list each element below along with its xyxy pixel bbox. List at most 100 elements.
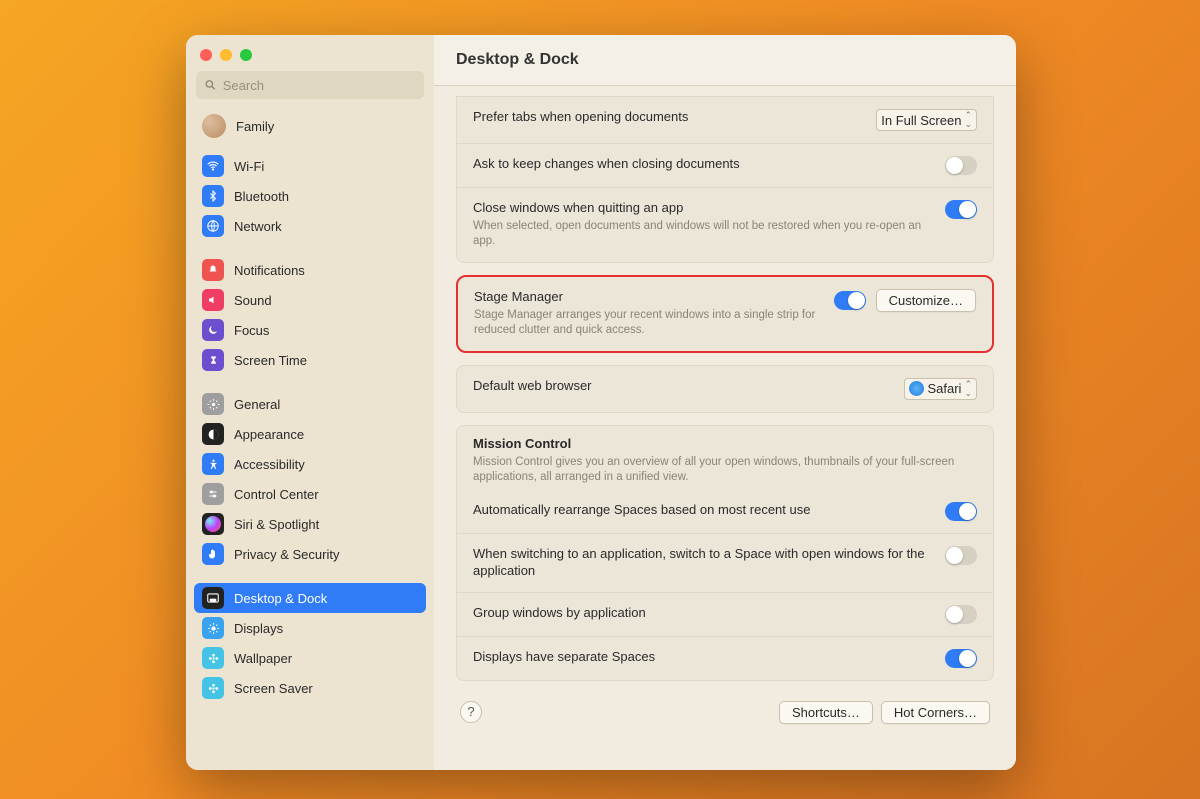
hourglass-icon — [202, 349, 224, 371]
sidebar-item-desktop-dock[interactable]: Desktop & Dock — [194, 583, 426, 613]
sidebar-item-sound[interactable]: Sound — [194, 285, 426, 315]
desc-mission-control: Mission Control gives you an overview of… — [473, 455, 977, 486]
sidebar-item-wallpaper[interactable]: Wallpaper — [194, 643, 426, 673]
bluetooth-icon — [202, 185, 224, 207]
row-prefer-tabs: Prefer tabs when opening documents In Fu… — [457, 97, 993, 144]
button-hot-corners[interactable]: Hot Corners… — [881, 701, 990, 724]
sidebar-item-privacy-security[interactable]: Privacy & Security — [194, 539, 426, 569]
sidebar-item-family[interactable]: Family — [194, 111, 426, 141]
sidebar-item-bluetooth[interactable]: Bluetooth — [194, 181, 426, 211]
page-title: Desktop & Dock — [456, 51, 994, 69]
row-displays-separate-spaces: Displays have separate Spaces — [457, 637, 993, 680]
settings-panel: Prefer tabs when opening documents In Fu… — [434, 86, 1016, 770]
label-mission-control: Mission Control — [473, 436, 977, 453]
toggle-stage-manager[interactable] — [834, 291, 866, 310]
family-avatar-icon — [202, 114, 226, 138]
sidebar-item-network[interactable]: Network — [194, 211, 426, 241]
moon-icon — [202, 319, 224, 341]
zoom-window-button[interactable] — [240, 49, 252, 61]
toggle-displays-separate-spaces[interactable] — [945, 649, 977, 668]
row-close-windows: Close windows when quitting an app When … — [457, 188, 993, 262]
globe-icon — [202, 215, 224, 237]
appearance-icon — [202, 423, 224, 445]
sidebar-item-label: Wallpaper — [234, 651, 292, 666]
siri-icon — [202, 513, 224, 535]
sidebar-item-label: Notifications — [234, 263, 305, 278]
label-auto-rearrange-spaces: Automatically rearrange Spaces based on … — [473, 502, 931, 519]
sidebar-item-label: Displays — [234, 621, 283, 636]
sidebar-item-label: Accessibility — [234, 457, 305, 472]
toggle-close-windows[interactable] — [945, 200, 977, 219]
sidebar-item-siri-spotlight[interactable]: Siri & Spotlight — [194, 509, 426, 539]
desc-close-windows: When selected, open documents and window… — [473, 219, 931, 250]
accessibility-icon — [202, 453, 224, 475]
window-controls — [186, 45, 434, 71]
label-displays-separate-spaces: Displays have separate Spaces — [473, 649, 931, 666]
desc-stage-manager: Stage Manager arranges your recent windo… — [474, 308, 820, 339]
sidebar-item-label: Screen Saver — [234, 681, 313, 696]
footer-buttons: ? Shortcuts… Hot Corners… — [456, 693, 994, 724]
sidebar-item-control-center[interactable]: Control Center — [194, 479, 426, 509]
sidebar-item-displays[interactable]: Displays — [194, 613, 426, 643]
search-icon — [204, 78, 217, 92]
titlebar: Desktop & Dock — [434, 35, 1016, 86]
toggle-group-windows[interactable] — [945, 605, 977, 624]
row-auto-rearrange-spaces: Automatically rearrange Spaces based on … — [457, 490, 993, 534]
toggle-auto-rearrange-spaces[interactable] — [945, 502, 977, 521]
row-ask-keep-changes: Ask to keep changes when closing documen… — [457, 144, 993, 188]
close-window-button[interactable] — [200, 49, 212, 61]
system-settings-window: Family Wi-Fi Bluetooth Network Notifications… — [186, 35, 1016, 770]
sidebar-item-label: Network — [234, 219, 282, 234]
dropdown-chevron-icon: ⌃⌄ — [964, 380, 972, 398]
sidebar-item-appearance[interactable]: Appearance — [194, 419, 426, 449]
sidebar-item-label: Family — [236, 119, 274, 134]
row-stage-manager: Stage Manager Stage Manager arranges you… — [458, 277, 992, 351]
dropdown-prefer-tabs-value: In Full Screen — [881, 113, 961, 128]
sidebar-item-wi-fi[interactable]: Wi-Fi — [194, 151, 426, 181]
sidebar: Family Wi-Fi Bluetooth Network Notifications… — [186, 35, 434, 770]
sidebar-item-screen-saver[interactable]: Screen Saver — [194, 673, 426, 703]
sidebar-item-accessibility[interactable]: Accessibility — [194, 449, 426, 479]
gear-icon — [202, 393, 224, 415]
sliders-icon — [202, 483, 224, 505]
settings-content: Desktop & Dock Prefer tabs when opening … — [434, 35, 1016, 770]
sidebar-item-label: General — [234, 397, 280, 412]
sidebar-item-label: Desktop & Dock — [234, 591, 327, 606]
flower-icon — [202, 677, 224, 699]
toggle-switch-to-space[interactable] — [945, 546, 977, 565]
toggle-ask-keep-changes[interactable] — [945, 156, 977, 175]
sidebar-item-notifications[interactable]: Notifications — [194, 255, 426, 285]
search-field[interactable] — [196, 71, 424, 99]
row-default-browser: Default web browser Safari ⌃⌄ — [457, 366, 993, 412]
sidebar-item-screen-time[interactable]: Screen Time — [194, 345, 426, 375]
sidebar-item-label: Bluetooth — [234, 189, 289, 204]
label-close-windows: Close windows when quitting an app — [473, 200, 931, 217]
search-input[interactable] — [223, 78, 416, 93]
button-shortcuts[interactable]: Shortcuts… — [779, 701, 873, 724]
sidebar-item-label: Siri & Spotlight — [234, 517, 319, 532]
sidebar-item-label: Screen Time — [234, 353, 307, 368]
button-help[interactable]: ? — [460, 701, 482, 723]
label-switch-to-space: When switching to an application, switch… — [473, 546, 931, 580]
row-group-windows: Group windows by application — [457, 593, 993, 637]
label-stage-manager: Stage Manager — [474, 289, 820, 306]
sun-icon — [202, 617, 224, 639]
label-ask-keep-changes: Ask to keep changes when closing documen… — [473, 156, 931, 173]
dropdown-default-browser[interactable]: Safari ⌃⌄ — [904, 378, 977, 400]
safari-icon — [909, 381, 924, 396]
sidebar-item-general[interactable]: General — [194, 389, 426, 419]
button-customize-stage-manager[interactable]: Customize… — [876, 289, 976, 312]
row-stage-manager-highlight: Stage Manager Stage Manager arranges you… — [456, 275, 994, 353]
sidebar-item-label: Wi-Fi — [234, 159, 264, 174]
minimize-window-button[interactable] — [220, 49, 232, 61]
section-mission-control: Mission Control Mission Control gives yo… — [457, 426, 993, 486]
sidebar-item-label: Sound — [234, 293, 272, 308]
sidebar-item-focus[interactable]: Focus — [194, 315, 426, 345]
sidebar-item-label: Appearance — [234, 427, 304, 442]
wifi-icon — [202, 155, 224, 177]
sidebar-item-label: Focus — [234, 323, 269, 338]
label-group-windows: Group windows by application — [473, 605, 931, 622]
sidebar-item-label: Control Center — [234, 487, 319, 502]
dropdown-prefer-tabs[interactable]: In Full Screen ⌃⌄ — [876, 109, 977, 131]
bell-icon — [202, 259, 224, 281]
